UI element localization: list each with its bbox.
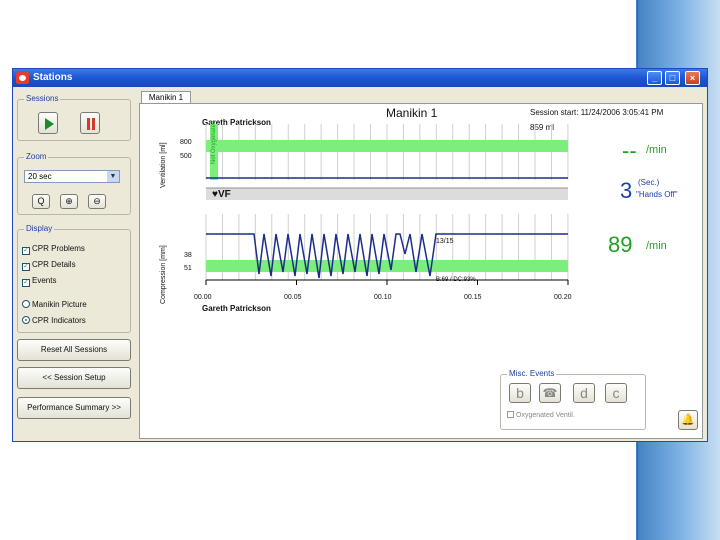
maximize-button[interactable]: □ [665,71,680,85]
phone-icon[interactable]: ☎ [539,383,561,403]
ventilation-axis-label: Ventilation [ml] [160,142,167,188]
app-icon [16,72,29,84]
oxygenated-label: Oxygenated Ventil. [516,412,575,419]
event-strip [206,188,568,200]
events-label: Events [32,276,57,285]
compression-count: 13/15 [436,238,454,245]
checkbox-cpr-details[interactable]: ✓ CPR Details [22,260,76,271]
window-title: Stations [33,72,73,83]
time-tick-marks [205,280,569,285]
time-tick-1: 00.05 [284,294,302,301]
ventilation-unit: /min [646,144,667,156]
performance-summary-button[interactable]: Performance Summary >> [17,397,131,419]
time-tick-3: 00.15 [464,294,482,301]
manikin-picture-label: Manikin Picture [32,300,87,309]
chevron-down-icon[interactable]: ▼ [107,171,119,182]
misc-event-d-button[interactable]: d [573,383,595,403]
compression-ratio: B:69 / DC:93% [436,277,476,283]
ventilation-rate: -- [622,138,637,163]
radio-manikin-picture[interactable]: Manikin Picture [22,300,87,309]
compression-axis-label: Compression [mm] [160,245,167,304]
ventilation-tick-800: 800 [180,139,192,146]
play-button[interactable] [38,112,58,134]
compression-tick-38: 38 [184,252,192,259]
radio-cpr-indicators[interactable]: CPR Indicators [22,316,86,325]
reset-all-sessions-button[interactable]: Reset All Sessions [17,339,131,361]
zoom-select[interactable]: 20 sec ▼ [24,170,120,183]
vf-event: ♥VF [212,189,231,200]
cpr-problems-label: CPR Problems [32,244,85,253]
main-content: Manikin 1 Manikin 1 Session start: 11/24… [139,91,705,439]
compression-tick-51: 51 [184,265,192,272]
zoom-in-button[interactable]: ⊕ [60,194,78,209]
close-button[interactable]: × [685,71,700,85]
zoom-fit-button[interactable]: Q [32,194,50,209]
checkbox-cpr-problems[interactable]: ✓ CPR Problems [22,244,85,255]
display-label: Display [24,224,55,233]
misc-event-c-button[interactable]: c [605,383,627,403]
stations-window: Stations _ □ × Sessions Zoom 20 sec ▼ Q … [12,68,708,442]
zoom-value: 20 sec [28,172,52,181]
slide-canvas: Stations _ □ × Sessions Zoom 20 sec ▼ Q … [0,0,720,540]
time-tick-0: 00.00 [194,294,212,301]
check-icon: ✓ [22,279,30,287]
checkbox-events[interactable]: ✓ Events [22,276,56,287]
manikin-panel: Manikin 1 Session start: 11/24/2006 3:05… [139,103,703,439]
session-setup-button[interactable]: << Session Setup [17,367,131,389]
vf-label: VF [217,189,231,200]
check-icon: ✓ [22,263,30,271]
pause-button[interactable] [80,112,100,134]
display-group: Display ✓ CPR Problems ✓ CPR Details ✓ Even… [17,224,131,333]
hands-off-label: "Hands Off" [636,190,678,199]
time-tick-2: 00.10 [374,294,392,301]
hands-off-sec: (Sec.) [638,178,660,187]
cpr-indicators-label: CPR Indicators [32,316,86,325]
sound-icon[interactable]: 🔔 [678,410,698,430]
sessions-label: Sessions [24,94,61,103]
time-tick-4: 00.20 [554,294,572,301]
not-oxygenated-text: Not Oxygenated [211,120,217,164]
cpr-details-label: CPR Details [32,260,76,269]
zoom-group: Zoom 20 sec ▼ Q ⊕ ⊖ [17,152,131,215]
compression-rate: 89 [608,232,633,257]
checkbox-icon [507,411,514,418]
minimize-button[interactable]: _ [647,71,662,85]
ventilation-target-band [206,140,568,152]
sessions-group: Sessions [17,94,131,141]
ventilation-tick-500: 500 [180,153,192,160]
radio-selected-icon [22,316,30,324]
misc-events-group: Misc. Events b ☎ d c Oxygenated Ventil. [500,369,646,430]
zoom-label: Zoom [24,152,49,161]
compression-unit: /min [646,240,667,252]
hands-off-value: 3 [620,178,633,203]
radio-icon [22,300,30,308]
trainee-name-bottom: Gareth Patrickson [202,304,271,313]
oxygenated-checkbox[interactable]: Oxygenated Ventil. [507,411,575,419]
check-icon: ✓ [22,247,30,255]
zoom-out-button[interactable]: ⊖ [88,194,106,209]
misc-event-b-button[interactable]: b [509,383,531,403]
title-bar[interactable]: Stations _ □ × [13,69,707,87]
misc-events-label: Misc. Events [507,369,557,378]
